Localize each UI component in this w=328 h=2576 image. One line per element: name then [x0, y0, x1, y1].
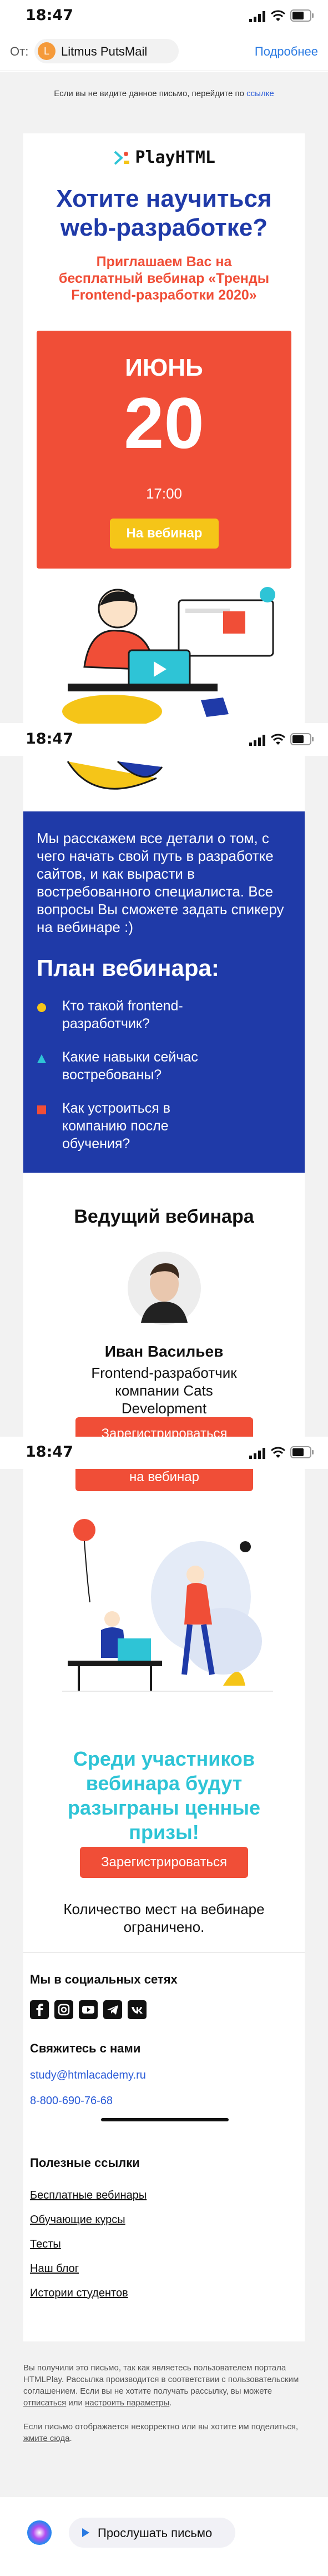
contact-email[interactable]: study@htmlacademy.ru — [30, 2069, 146, 2082]
contact-phone[interactable]: 8-800-690-76-68 — [30, 2095, 113, 2107]
instagram-icon[interactable] — [54, 2000, 73, 2019]
about-text: Мы расскажем все детали о том, с чего на… — [37, 830, 284, 935]
register-button-partial[interactable]: Зарегистрироваться — [75, 1417, 253, 1437]
battery-icon — [290, 9, 314, 22]
hero-card: PlayHTML Хотите научиться web-разработке… — [23, 133, 305, 724]
settings-link[interactable]: настроить параметры — [85, 2398, 169, 2408]
home-indicator — [101, 2118, 229, 2121]
status-time-3: 18:47 — [26, 1443, 73, 1461]
hero-subtitle: Приглашаем Вас на бесплатный вебинар «Тр… — [58, 254, 270, 303]
legal-text: Вы получили это письмо, так как являетес… — [23, 2363, 299, 2408]
teal-triangle-icon — [37, 1054, 46, 1063]
prizes-illustration — [62, 1519, 273, 1692]
useful-links: Полезные ссылки Бесплатные вебинары Обуч… — [23, 2136, 305, 2341]
preheader: Если вы не видите данное письмо, перейди… — [22, 89, 306, 98]
legal-text-or: или — [66, 2398, 85, 2408]
red-square-icon — [37, 1105, 46, 1114]
web-version-link[interactable]: жмите сюда — [23, 2434, 69, 2443]
host-name: Иван Васильев — [104, 1343, 224, 1360]
status-bar: 18:47 — [0, 0, 328, 32]
sender-chip[interactable]: L Litmus PutsMail — [34, 39, 179, 63]
social-icons — [30, 2000, 174, 2019]
bottom-bar: Прослушать письмо — [0, 2501, 328, 2576]
vk-icon[interactable] — [128, 2000, 147, 2019]
register-button-partial-bottom[interactable]: на вебинар — [75, 1469, 253, 1491]
illustration-tail — [23, 756, 305, 811]
host-role: Frontend-разработчик компании Cats Devel… — [91, 1364, 237, 1417]
about-section: Мы расскажем все детали о том, с чего на… — [23, 811, 305, 1173]
legal-text-1: Вы получили это письмо, так как являетес… — [23, 2363, 299, 2396]
status-bar-3: 18:47 — [0, 1437, 328, 1469]
illustration-tail-graphic — [67, 760, 163, 790]
unsubscribe-link[interactable]: отписаться — [23, 2398, 66, 2408]
sender-name: Litmus PutsMail — [61, 44, 148, 58]
plan-item: Кто такой frontend-разработчик? — [37, 997, 292, 1048]
play-icon — [82, 2528, 89, 2537]
wifi-icon — [270, 10, 286, 21]
date-time: 17:00 — [145, 485, 183, 502]
limited-seats-text: Количество мест на вебинаре ограничено. — [63, 1901, 265, 1935]
telegram-icon[interactable] — [103, 2000, 122, 2019]
listen-button[interactable]: Прослушать письмо — [69, 2518, 235, 2548]
battery-icon — [290, 1446, 314, 1458]
sender-avatar: L — [38, 42, 55, 60]
host-section: Ведущий вебинара Иван Васильев Frontend-… — [23, 1173, 305, 1437]
date-day: 20 — [124, 382, 204, 464]
legal-text-2: Если письмо отображается некорректно или… — [23, 2422, 299, 2443]
date-card: ИЮНЬ 20 17:00 На вебинар — [37, 331, 291, 569]
preheader-text: Если вы не видите данное письмо, перейди… — [54, 89, 244, 98]
cellular-signal-icon — [249, 735, 265, 746]
legal-text-2a: Если письмо отображается некорректно или… — [23, 2422, 299, 2431]
details-link[interactable]: Подробнее — [255, 44, 318, 59]
facebook-icon[interactable] — [30, 2000, 49, 2019]
yellow-circle-icon — [37, 1003, 46, 1012]
link-blog[interactable]: Наш блог — [30, 2263, 79, 2275]
logo-text: PlayHTML — [135, 148, 215, 167]
status-bar-2: 18:47 — [0, 724, 328, 756]
from-label: От: — [10, 44, 29, 58]
plan-list: Кто такой frontend-разработчик? Какие на… — [37, 997, 292, 1160]
plan-title: План вебинара: — [37, 955, 219, 981]
plan-item-text: Как устроиться в компанию после обучения… — [62, 1100, 171, 1152]
webinar-button[interactable]: На вебинар — [110, 519, 219, 549]
cellular-signal-icon — [249, 1448, 265, 1459]
link-free-webinars[interactable]: Бесплатные вебинары — [30, 2189, 147, 2202]
link-courses[interactable]: Обучающие курсы — [30, 2214, 125, 2226]
status-time: 18:47 — [26, 7, 73, 24]
siri-icon — [27, 2520, 52, 2545]
listen-label: Прослушать письмо — [98, 2526, 213, 2540]
cellular-signal-icon — [249, 11, 265, 22]
host-avatar — [128, 1252, 201, 1325]
prizes-title: Среди участников вебинара будут разыгран… — [68, 1747, 260, 1843]
links-title: Полезные ссылки — [30, 2156, 140, 2170]
logo-icon — [114, 151, 130, 165]
prizes-card: на вебинар Среди участников вебинара буд… — [23, 1469, 305, 2136]
hero-title: Хотите научиться web-разработке? — [56, 185, 272, 241]
social-title: Мы в социальных сетях — [30, 1972, 178, 1986]
status-time-2: 18:47 — [26, 730, 73, 748]
developer-illustration — [62, 587, 275, 724]
plan-item-text: Кто такой frontend-разработчик? — [62, 998, 183, 1032]
plan-item-text: Какие навыки сейчас востребованы? — [62, 1049, 198, 1083]
contact-title: Свяжитесь с нами — [30, 2041, 141, 2055]
register-button[interactable]: Зарегистрироваться — [80, 1847, 248, 1878]
preheader-link[interactable]: ссылке — [246, 89, 274, 98]
link-student-stories[interactable]: Истории студентов — [30, 2287, 128, 2300]
logo: PlayHTML — [23, 148, 305, 167]
date-month: ИЮНЬ — [125, 354, 203, 381]
wifi-icon — [270, 1447, 286, 1458]
host-section-title: Ведущий вебинара — [74, 1206, 254, 1227]
plan-item: Как устроиться в компанию после обучения… — [37, 1099, 292, 1160]
mail-header: От: L Litmus PutsMail Подробнее — [0, 32, 328, 71]
youtube-icon[interactable] — [79, 2000, 98, 2019]
battery-icon — [290, 733, 314, 745]
plan-item: Какие навыки сейчас востребованы? — [37, 1048, 292, 1099]
wifi-icon — [270, 734, 286, 745]
link-tests[interactable]: Тесты — [30, 2238, 61, 2251]
divider — [23, 1952, 305, 1953]
